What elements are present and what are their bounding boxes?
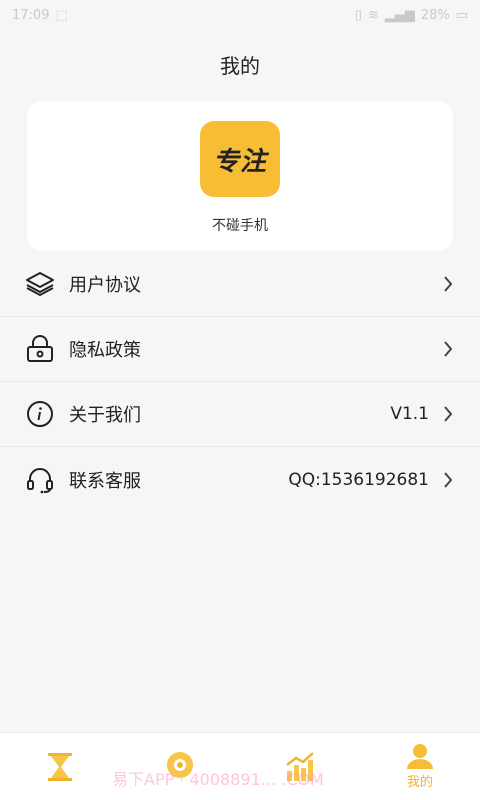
app-logo: 专注 xyxy=(200,121,280,197)
tab-timer[interactable] xyxy=(0,733,120,800)
tab-stats[interactable] xyxy=(240,733,360,800)
headset-icon xyxy=(25,465,55,495)
app-name: 不碰手机 xyxy=(212,218,268,234)
menu-item-about-us[interactable]: 关于我们 V1.1 xyxy=(0,382,480,447)
settings-menu: 用户协议 隐私政策 关于我们 V1.1 联系客服 QQ:1536192681 xyxy=(0,252,480,512)
menu-value: QQ:1536192681 xyxy=(288,469,429,490)
chevron-right-icon xyxy=(441,470,455,490)
menu-label: 联系客服 xyxy=(69,470,141,492)
info-icon xyxy=(25,399,55,429)
battery-icon: ▭ xyxy=(455,7,468,23)
user-icon xyxy=(407,744,433,769)
menu-label: 关于我们 xyxy=(69,405,141,426)
status-time: 17:09 xyxy=(12,7,50,23)
bottom-tab-bar: 我的 xyxy=(0,732,480,800)
profile-card: 专注 不碰手机 xyxy=(27,101,453,251)
vibrate-icon: ▯ xyxy=(354,7,362,23)
tab-focus[interactable] xyxy=(120,733,240,800)
layers-icon xyxy=(25,269,55,299)
chevron-right-icon xyxy=(441,339,455,359)
menu-label: 隐私政策 xyxy=(69,340,141,361)
notification-icon: ⬚ xyxy=(55,7,68,23)
chevron-right-icon xyxy=(441,274,455,294)
hourglass-icon xyxy=(48,752,72,781)
menu-value: V1.1 xyxy=(390,404,429,424)
menu-label: 用户协议 xyxy=(69,275,141,296)
menu-item-contact-support[interactable]: 联系客服 QQ:1536192681 xyxy=(0,447,480,512)
menu-item-privacy-policy[interactable]: 隐私政策 xyxy=(0,317,480,382)
lock-icon xyxy=(25,334,55,364)
wifi-icon: ≋ xyxy=(367,7,379,23)
tab-label: 我的 xyxy=(406,775,433,790)
battery-percent: 28% xyxy=(420,7,450,23)
chevron-right-icon xyxy=(441,404,455,424)
menu-item-user-agreement[interactable]: 用户协议 xyxy=(0,252,480,317)
chart-icon xyxy=(286,751,314,781)
status-bar: 17:09 ⬚ ▯ ≋ ▂▄▆ 28% ▭ xyxy=(0,0,480,30)
focus-icon xyxy=(167,751,193,778)
app-logo-text: 专注 xyxy=(212,146,267,177)
tab-mine[interactable]: 我的 xyxy=(360,733,480,800)
page-title: 我的 xyxy=(220,54,260,78)
signal-icon: ▂▄▆ xyxy=(384,7,415,23)
